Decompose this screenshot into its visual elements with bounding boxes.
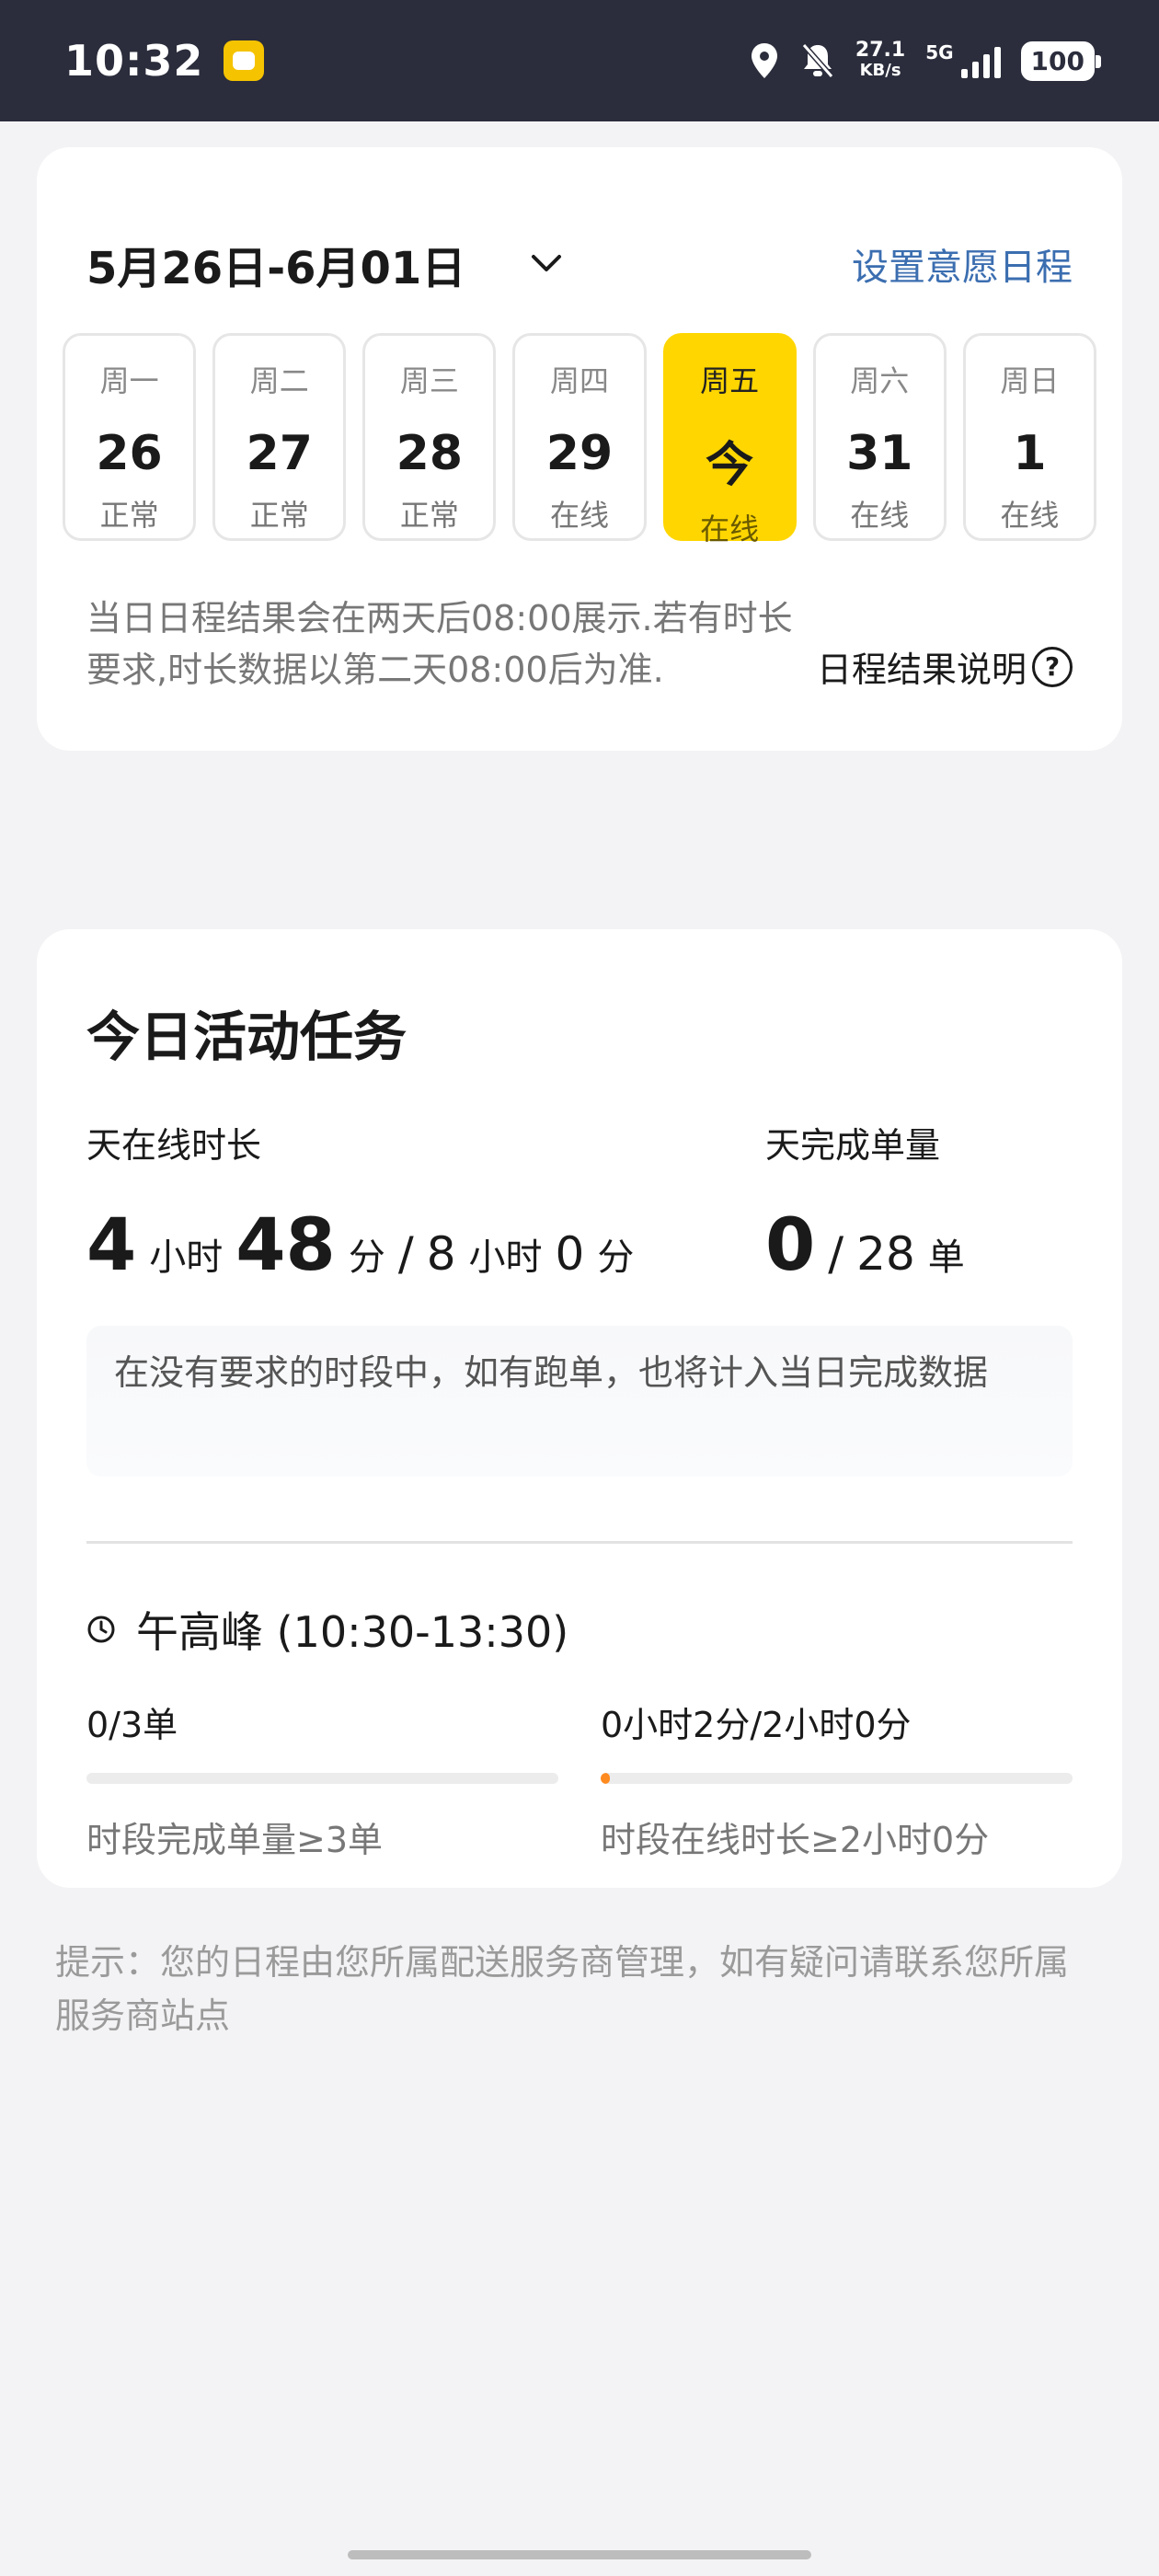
day-date: 31	[846, 426, 913, 481]
signal-group: 5G	[925, 41, 1001, 78]
online-hours: 4	[86, 1204, 137, 1287]
orders-required: 28	[856, 1227, 915, 1281]
period-orders-progress: 0/3单 时段完成单量≥3单	[86, 1696, 558, 1862]
minutes-unit: 分	[597, 1236, 635, 1279]
schedule-note: 当日日程结果会在两天后08:00展示.若有时长要求,时长数据以第二天08:00后…	[86, 598, 793, 690]
day-week: 周一	[99, 363, 159, 398]
location-icon	[751, 43, 777, 78]
hours-unit: 小时	[149, 1236, 224, 1279]
day-date: 26	[96, 426, 163, 481]
schedule-result-explain-link[interactable]: 日程结果说明 ?	[817, 641, 1073, 692]
day-item-sat[interactable]: 周六 31 在线	[812, 333, 947, 541]
period-online-progress: 0小时2分/2小时0分 时段在线时长≥2小时0分	[601, 1696, 1073, 1862]
week-day-list: 周一 26 正常 周二 27 正常 周三 28 正常 周四 29 在线 周五 今…	[37, 333, 1122, 546]
day-status: 正常	[249, 498, 309, 533]
hours-unit: 小时	[468, 1236, 543, 1279]
orders-unit: 单	[927, 1236, 965, 1279]
day-date: 29	[545, 426, 614, 481]
day-item-wed[interactable]: 周三 28 正常	[362, 333, 497, 541]
network-type: 5G	[925, 41, 954, 63]
set-preferred-schedule-link[interactable]: 设置意愿日程	[852, 237, 1073, 291]
day-status: 在线	[549, 498, 609, 533]
required-minutes: 0	[555, 1227, 585, 1281]
minutes-unit: 分	[348, 1236, 385, 1279]
completed-orders-label: 天完成单量	[765, 1125, 941, 1166]
battery-icon: 100	[1020, 40, 1102, 81]
day-week: 周六	[850, 363, 910, 398]
tasks-title: 今日活动任务	[86, 1006, 407, 1068]
explain-label: 日程结果说明	[816, 650, 1027, 690]
period-name: 午高峰 (10:30-13:30)	[136, 1607, 569, 1657]
network-speed: 27.1 KB/s	[855, 40, 905, 81]
app-notification-icon	[224, 40, 265, 81]
online-duration-metric: 天在线时长 4 小时 48 分 / 8 小时 0 分	[86, 1117, 634, 1287]
schedule-card: 5月26日-6月01日 设置意愿日程 周一 26 正常 周二 27 正常 周三 …	[37, 147, 1122, 751]
online-requirement: 时段在线时长≥2小时0分	[601, 1820, 990, 1860]
day-item-sun[interactable]: 周日 1 在线	[962, 333, 1096, 541]
day-status: 在线	[700, 512, 760, 546]
speed-value: 27.1	[855, 39, 906, 62]
home-indicator[interactable]	[348, 2550, 811, 2559]
day-status: 正常	[399, 498, 459, 533]
online-minutes: 48	[235, 1204, 336, 1287]
online-duration-label: 天在线时长	[86, 1125, 262, 1166]
date-range: 5月26日-6月01日	[86, 243, 466, 294]
online-progress-fill	[601, 1773, 611, 1784]
status-bar: 10:32 27.1 KB/s 5G 100	[0, 0, 1159, 121]
day-week: 周日	[1000, 363, 1060, 398]
day-item-fri-selected[interactable]: 周五 今 在线	[662, 333, 797, 546]
day-date: 27	[246, 426, 313, 481]
date-range-selector[interactable]: 5月26日-6月01日	[86, 232, 563, 296]
day-item-mon[interactable]: 周一 26 正常	[63, 333, 197, 541]
footer-tip: 提示：您的日程由您所属配送服务商管理，如有疑问请联系您所属服务商站点	[55, 1942, 1070, 2036]
orders-progress-track	[86, 1773, 558, 1784]
required-hours: 8	[426, 1227, 456, 1281]
separator: /	[397, 1227, 414, 1281]
clock-icon	[87, 1616, 115, 1643]
day-date: 28	[396, 426, 464, 481]
mute-bell-icon	[801, 43, 834, 78]
divider	[86, 1541, 1073, 1544]
orders-done: 0	[765, 1204, 816, 1287]
day-status: 正常	[99, 498, 159, 533]
help-icon: ?	[1032, 646, 1073, 687]
day-status: 在线	[1000, 498, 1060, 533]
chevron-down-icon	[532, 255, 562, 271]
completed-orders-metric: 天完成单量 0 / 28 单	[765, 1117, 1073, 1287]
signal-bars-icon	[960, 47, 1001, 78]
orders-progress-label: 0/3单	[86, 1705, 178, 1745]
tasks-tip: 在没有要求的时段中，如有跑单，也将计入当日完成数据	[86, 1326, 1073, 1477]
battery-level: 100	[1030, 45, 1084, 76]
speed-unit: KB/s	[859, 61, 901, 80]
separator: /	[828, 1227, 844, 1281]
period-header: 午高峰 (10:30-13:30)	[37, 1599, 1122, 1660]
day-week: 周二	[249, 363, 309, 398]
online-progress-label: 0小时2分/2小时0分	[601, 1705, 912, 1745]
daily-tasks-card: 今日活动任务 天在线时长 4 小时 48 分 / 8 小时 0 分 天完成单量 …	[37, 929, 1122, 1888]
day-week: 周四	[549, 363, 609, 398]
day-date: 今	[706, 438, 754, 493]
status-time: 10:32	[64, 36, 204, 86]
orders-requirement: 时段完成单量≥3单	[86, 1820, 384, 1860]
online-progress-track	[601, 1773, 1073, 1784]
day-status: 在线	[850, 498, 910, 533]
day-week: 周三	[399, 363, 459, 398]
day-item-tue[interactable]: 周二 27 正常	[212, 333, 347, 541]
day-date: 1	[1013, 426, 1047, 481]
day-item-thu[interactable]: 周四 29 在线	[512, 333, 647, 541]
day-week: 周五	[700, 363, 760, 398]
